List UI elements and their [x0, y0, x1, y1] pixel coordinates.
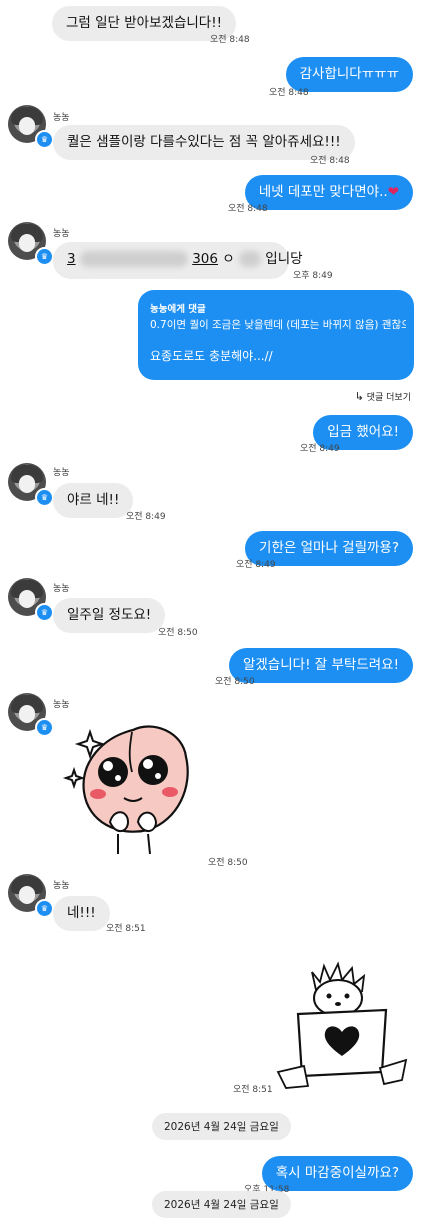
avatar[interactable]: ♛	[8, 578, 54, 622]
avatar[interactable]: ♛	[8, 222, 54, 266]
crown-badge-icon: ♛	[35, 130, 54, 149]
message-timestamp: 오전 8:51	[233, 1085, 273, 1095]
message-bubble-incoming[interactable]: 그럼 일단 받아보겠습니다!!	[52, 6, 237, 41]
message-text: 입니당	[265, 251, 303, 267]
heart-icon: ❤	[387, 184, 399, 200]
message-timestamp: 오후 8:49	[293, 271, 333, 281]
more-replies-link[interactable]: ↳ 댓글 더보기	[355, 390, 411, 403]
message-bubble-incoming[interactable]: 네!!!	[53, 896, 110, 931]
avatar[interactable]: ♛	[8, 693, 54, 737]
message-text: 3	[67, 251, 76, 267]
message-timestamp: 오전 8:50	[208, 858, 248, 868]
message-text: 306	[192, 251, 218, 267]
sender-name: 농농	[53, 584, 70, 594]
message-timestamp: 오전 8:49	[236, 560, 276, 570]
message-timestamp: 오전 8:48	[210, 35, 250, 45]
message-timestamp: 오전 8:48	[269, 88, 309, 98]
crown-badge-icon: ♛	[35, 718, 54, 737]
blurred-name	[238, 251, 261, 267]
avatar[interactable]: ♛	[8, 874, 54, 918]
message-timestamp: 오전 8:48	[310, 156, 350, 166]
hedgehog-heart-sticker[interactable]	[268, 960, 414, 1090]
blurred-account-number	[79, 251, 188, 267]
message-timestamp: 오전 8:49	[300, 444, 340, 454]
sender-name: 농농	[53, 700, 70, 710]
date-divider: 2026년 4월 24일 금요일	[152, 1113, 291, 1140]
avatar[interactable]: ♛	[8, 463, 54, 507]
message-bubble-outgoing[interactable]: 네넷 데포만 맞다면야..❤	[244, 175, 413, 210]
reply-arrow-icon: ↳	[354, 390, 364, 403]
message-timestamp: 오전 8:50	[215, 677, 255, 687]
message-text: ㅇ	[222, 251, 235, 267]
message-timestamp: 오전 8:50	[158, 628, 198, 638]
message-bubble-incoming[interactable]: 일주일 정도요!	[53, 598, 166, 633]
sender-name: 농농	[53, 468, 70, 478]
crying-peach-sticker[interactable]	[58, 712, 208, 862]
message-bubble-incoming[interactable]: 야르 네!!	[53, 483, 134, 518]
date-divider: 2026년 4월 24일 금요일	[152, 1191, 291, 1218]
quoted-text: 0.7이면 퀄이 조금은 낮을텐데 (데포는 바뀌지 않음) 괜찮으...	[150, 319, 406, 331]
crown-badge-icon: ♛	[35, 247, 54, 266]
crown-badge-icon: ♛	[35, 899, 54, 918]
message-timestamp: 오전 8:49	[126, 512, 166, 522]
sender-name: 농농	[53, 113, 70, 123]
crown-badge-icon: ♛	[35, 488, 54, 507]
message-text: 요종도로도 충분해야...//	[150, 349, 273, 363]
sender-name: 농농	[53, 881, 70, 891]
message-bubble-incoming[interactable]: 3 306 ㅇ 입니당	[53, 242, 303, 279]
avatar[interactable]: ♛	[8, 105, 54, 149]
message-bubble-outgoing[interactable]: 알겠습니다! 잘 부탁드려요!	[228, 648, 413, 683]
reply-message-card[interactable]: 농농에게 댓글 0.7이면 퀄이 조금은 낮을텐데 (데포는 바뀌지 않음) 괜…	[138, 290, 414, 380]
message-text: 네넷 데포만 맞다면야..	[258, 184, 388, 200]
crown-badge-icon: ♛	[35, 603, 54, 622]
reply-target: 농농에게 댓글	[150, 304, 206, 315]
more-replies-label: 댓글 더보기	[366, 393, 411, 403]
message-timestamp: 오전 8:48	[228, 204, 268, 214]
message-timestamp: 오전 8:51	[106, 924, 146, 934]
sender-name: 농농	[53, 229, 70, 239]
